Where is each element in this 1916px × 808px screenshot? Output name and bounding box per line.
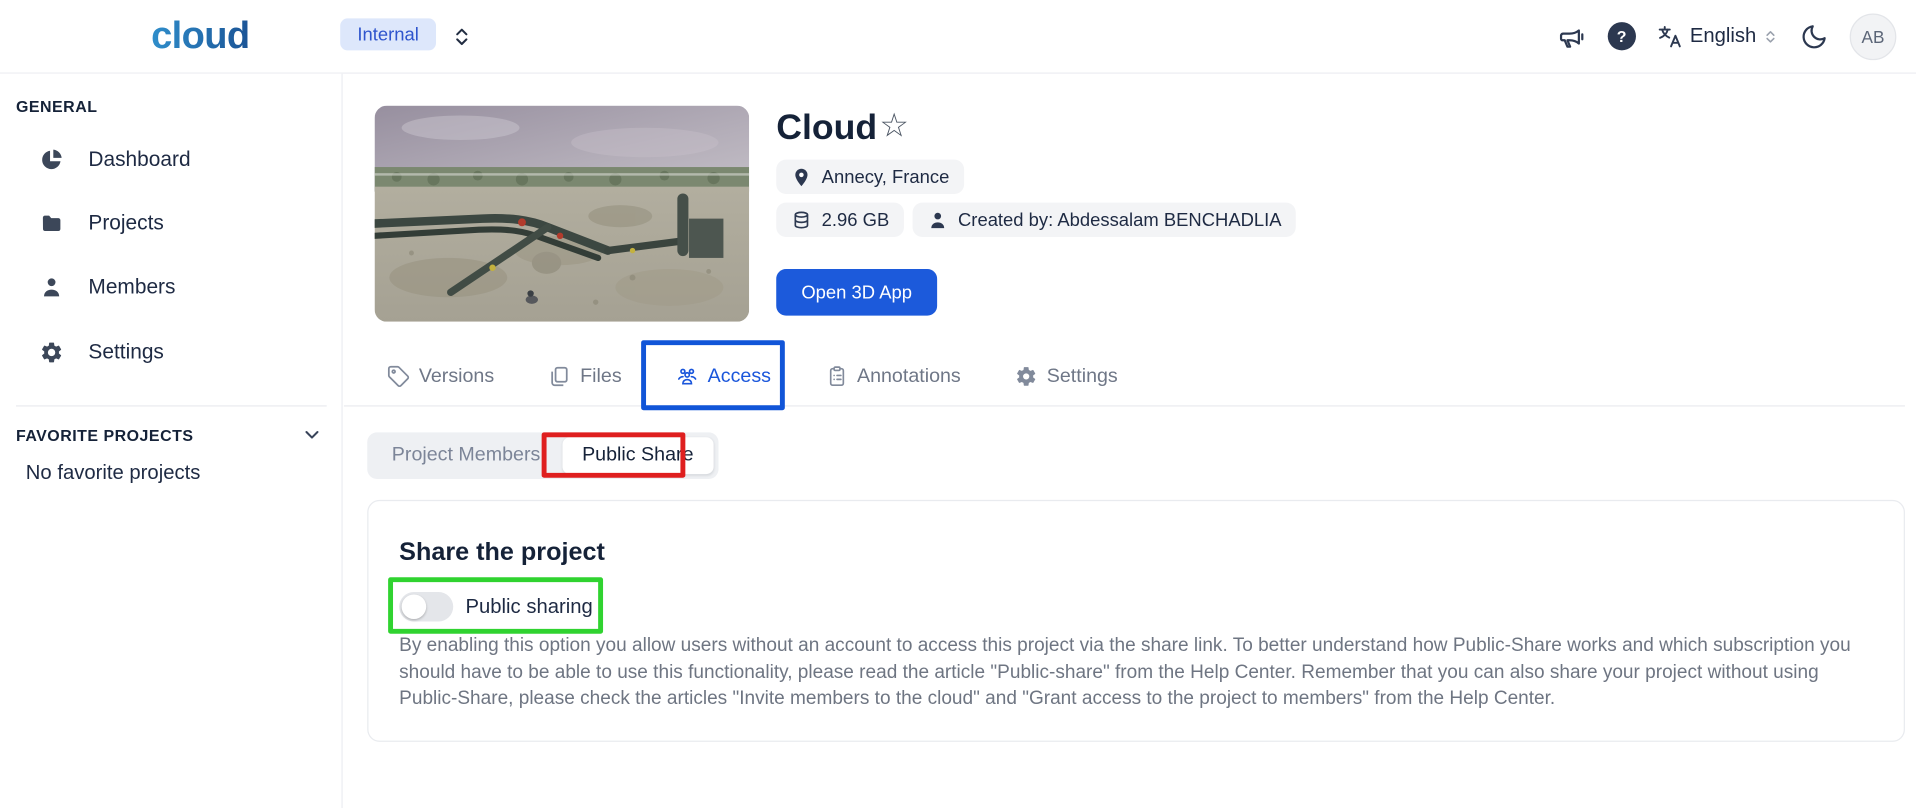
share-project-card: Share the project Public sharing By enab… — [367, 500, 1905, 742]
person-icon — [39, 275, 64, 300]
sidebar: GENERAL Dashboard Projects Members Setti… — [0, 74, 343, 808]
database-icon — [791, 209, 812, 230]
person-icon — [927, 209, 948, 230]
pie-chart-icon — [39, 147, 64, 172]
clipboard-icon — [825, 365, 848, 388]
location-badge: Annecy, France — [776, 160, 964, 194]
tab-settings[interactable]: Settings — [1015, 365, 1118, 388]
header-actions: ? English AB — [1557, 0, 1896, 72]
toggle-knob — [402, 594, 427, 619]
people-group-icon — [676, 365, 699, 388]
sidebar-divider — [16, 405, 327, 406]
open-3d-app-button[interactable]: Open 3D App — [776, 269, 937, 316]
workspace-badge[interactable]: Internal — [340, 18, 436, 50]
language-caret-icon — [1762, 26, 1778, 46]
sidebar-section-favorites: FAVORITE PROJECTS — [16, 426, 194, 444]
tab-label: Files — [580, 365, 621, 387]
help-icon[interactable]: ? — [1608, 22, 1636, 50]
subtab-public-share[interactable]: Public Share — [562, 437, 713, 474]
star-outline-icon[interactable]: ☆ — [879, 109, 909, 142]
tab-label: Versions — [419, 365, 494, 387]
sidebar-item-label: Dashboard — [88, 147, 190, 172]
workspace-selector-icon[interactable] — [450, 23, 475, 50]
sidebar-item-projects[interactable]: Projects — [0, 203, 343, 245]
tabs-divider — [344, 405, 1905, 406]
tab-files[interactable]: Files — [548, 365, 621, 388]
project-tabs: Versions Files Access Annotations Settin… — [387, 348, 1118, 406]
access-subtabs: Project Members Public Share — [367, 432, 718, 479]
tag-icon — [387, 365, 410, 388]
project-thumbnail[interactable] — [375, 106, 750, 322]
avatar[interactable]: AB — [1850, 13, 1897, 60]
translate-icon — [1657, 23, 1684, 50]
app-logo: cloud — [151, 14, 249, 58]
tab-annotations[interactable]: Annotations — [825, 365, 961, 388]
sidebar-item-dashboard[interactable]: Dashboard — [0, 139, 343, 181]
subtab-project-members[interactable]: Project Members — [372, 437, 560, 474]
sidebar-item-settings[interactable]: Settings — [0, 332, 343, 374]
sidebar-item-members[interactable]: Members — [0, 267, 343, 309]
tab-label: Annotations — [857, 365, 961, 387]
moon-icon[interactable] — [1799, 21, 1828, 50]
tab-access[interactable]: Access — [676, 365, 771, 388]
project-title: Cloud — [776, 108, 877, 149]
creator-text: Created by: Abdessalam BENCHADLIA — [958, 209, 1282, 230]
sidebar-item-label: Settings — [88, 340, 163, 365]
creator-badge: Created by: Abdessalam BENCHADLIA — [913, 203, 1297, 237]
folder-icon — [39, 211, 64, 236]
app-window: cloud Internal ? English AB — [0, 0, 1916, 808]
storage-size-badge: 2.96 GB — [776, 203, 904, 237]
gear-icon — [1015, 365, 1038, 388]
location-pin-icon — [791, 166, 812, 187]
gear-icon — [39, 340, 64, 365]
storage-size-text: 2.96 GB — [822, 209, 890, 230]
tab-label: Settings — [1047, 365, 1118, 387]
location-text: Annecy, France — [822, 166, 950, 187]
public-sharing-label: Public sharing — [465, 595, 592, 618]
favorites-empty-text: No favorite projects — [26, 462, 201, 485]
public-sharing-row: Public sharing — [399, 592, 593, 621]
tab-versions[interactable]: Versions — [387, 365, 494, 388]
share-card-title: Share the project — [399, 538, 605, 567]
tab-label: Access — [708, 365, 771, 387]
public-sharing-toggle[interactable] — [399, 592, 453, 621]
chevron-down-icon[interactable] — [301, 424, 323, 446]
sidebar-item-label: Members — [88, 275, 175, 300]
top-bar: cloud Internal ? English AB — [0, 0, 1916, 74]
files-icon — [548, 365, 571, 388]
share-description: By enabling this option you allow users … — [399, 633, 1856, 712]
sidebar-item-label: Projects — [88, 211, 163, 236]
language-switcher[interactable]: English — [1657, 23, 1779, 50]
sidebar-section-general: GENERAL — [16, 97, 98, 115]
megaphone-icon[interactable] — [1557, 21, 1586, 50]
language-label: English — [1690, 25, 1756, 48]
